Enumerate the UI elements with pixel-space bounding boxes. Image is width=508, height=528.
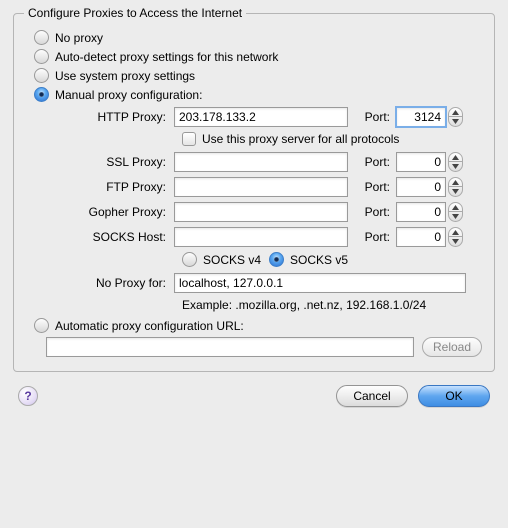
radio-socks-v4-row[interactable]: SOCKS v4 <box>182 252 261 267</box>
gopher-proxy-label: Gopher Proxy: <box>46 205 174 219</box>
radio-no-proxy-label: No proxy <box>55 31 103 45</box>
radio-pac-row[interactable]: Automatic proxy configuration URL: <box>26 318 482 333</box>
radio-system[interactable] <box>34 68 49 83</box>
ssl-proxy-port-input[interactable] <box>396 152 446 172</box>
all-protocols-checkbox[interactable] <box>182 132 196 146</box>
socks-host-row: SOCKS Host: Port: <box>46 227 482 247</box>
stepper-up-icon[interactable] <box>449 153 462 162</box>
help-button[interactable]: ? <box>18 386 38 406</box>
radio-manual-row[interactable]: Manual proxy configuration: <box>26 87 482 102</box>
radio-socks-v5-label: SOCKS v5 <box>290 253 348 267</box>
gopher-port-stepper[interactable] <box>448 202 463 222</box>
no-proxy-for-input[interactable] <box>174 273 466 293</box>
socks-host-label: SOCKS Host: <box>46 230 174 244</box>
ftp-proxy-row: FTP Proxy: Port: <box>46 177 482 197</box>
radio-system-label: Use system proxy settings <box>55 69 195 83</box>
radio-no-proxy-row[interactable]: No proxy <box>26 30 482 45</box>
all-protocols-row[interactable]: Use this proxy server for all protocols <box>182 132 482 146</box>
radio-system-row[interactable]: Use system proxy settings <box>26 68 482 83</box>
radio-socks-v5-row[interactable]: SOCKS v5 <box>269 252 348 267</box>
proxy-config-panel: Configure Proxies to Access the Internet… <box>13 13 495 372</box>
no-proxy-example: Example: .mozilla.org, .net.nz, 192.168.… <box>182 298 482 312</box>
radio-pac-label: Automatic proxy configuration URL: <box>55 319 244 333</box>
radio-manual[interactable] <box>34 87 49 102</box>
ssl-proxy-host-input[interactable] <box>174 152 348 172</box>
group-title: Configure Proxies to Access the Internet <box>24 6 246 20</box>
pac-url-input[interactable] <box>46 337 414 357</box>
stepper-up-icon[interactable] <box>449 228 462 237</box>
http-proxy-port-input[interactable] <box>396 107 446 127</box>
http-proxy-host-input[interactable] <box>174 107 348 127</box>
ssl-proxy-row: SSL Proxy: Port: <box>46 152 482 172</box>
radio-no-proxy[interactable] <box>34 30 49 45</box>
all-protocols-label: Use this proxy server for all protocols <box>202 132 399 146</box>
stepper-down-icon[interactable] <box>449 212 462 221</box>
http-proxy-port-label: Port: <box>348 110 396 124</box>
ssl-proxy-label: SSL Proxy: <box>46 155 174 169</box>
gopher-proxy-port-label: Port: <box>348 205 396 219</box>
stepper-down-icon[interactable] <box>449 237 462 246</box>
stepper-up-icon[interactable] <box>449 108 462 117</box>
http-proxy-row: HTTP Proxy: Port: <box>46 107 482 127</box>
ssl-proxy-port-label: Port: <box>348 155 396 169</box>
pac-url-row: Reload <box>46 337 482 357</box>
http-port-stepper[interactable] <box>448 107 463 127</box>
stepper-up-icon[interactable] <box>449 178 462 187</box>
radio-socks-v4[interactable] <box>182 252 197 267</box>
ok-button[interactable]: OK <box>418 385 490 407</box>
gopher-proxy-port-input[interactable] <box>396 202 446 222</box>
stepper-up-icon[interactable] <box>449 203 462 212</box>
radio-auto-detect-row[interactable]: Auto-detect proxy settings for this netw… <box>26 49 482 64</box>
cancel-button[interactable]: Cancel <box>336 385 408 407</box>
socks-port-input[interactable] <box>396 227 446 247</box>
radio-socks-v4-label: SOCKS v4 <box>203 253 261 267</box>
radio-socks-v5[interactable] <box>269 252 284 267</box>
ftp-port-stepper[interactable] <box>448 177 463 197</box>
stepper-down-icon[interactable] <box>449 187 462 196</box>
http-proxy-label: HTTP Proxy: <box>46 110 174 124</box>
reload-button: Reload <box>422 337 482 357</box>
socks-port-label: Port: <box>348 230 396 244</box>
ftp-proxy-port-input[interactable] <box>396 177 446 197</box>
socks-port-stepper[interactable] <box>448 227 463 247</box>
no-proxy-for-row: No Proxy for: <box>46 273 482 293</box>
radio-auto-detect[interactable] <box>34 49 49 64</box>
socks-version-row: SOCKS v4 SOCKS v5 <box>182 252 482 267</box>
gopher-proxy-row: Gopher Proxy: Port: <box>46 202 482 222</box>
gopher-proxy-host-input[interactable] <box>174 202 348 222</box>
stepper-down-icon[interactable] <box>449 117 462 126</box>
ftp-proxy-host-input[interactable] <box>174 177 348 197</box>
no-proxy-for-label: No Proxy for: <box>46 276 174 290</box>
radio-pac[interactable] <box>34 318 49 333</box>
stepper-down-icon[interactable] <box>449 162 462 171</box>
socks-host-input[interactable] <box>174 227 348 247</box>
radio-manual-label: Manual proxy configuration: <box>55 88 202 102</box>
ftp-proxy-label: FTP Proxy: <box>46 180 174 194</box>
ftp-proxy-port-label: Port: <box>348 180 396 194</box>
radio-auto-detect-label: Auto-detect proxy settings for this netw… <box>55 50 278 64</box>
dialog-footer: ? Cancel OK <box>0 385 508 417</box>
help-icon: ? <box>24 389 31 403</box>
ssl-port-stepper[interactable] <box>448 152 463 172</box>
